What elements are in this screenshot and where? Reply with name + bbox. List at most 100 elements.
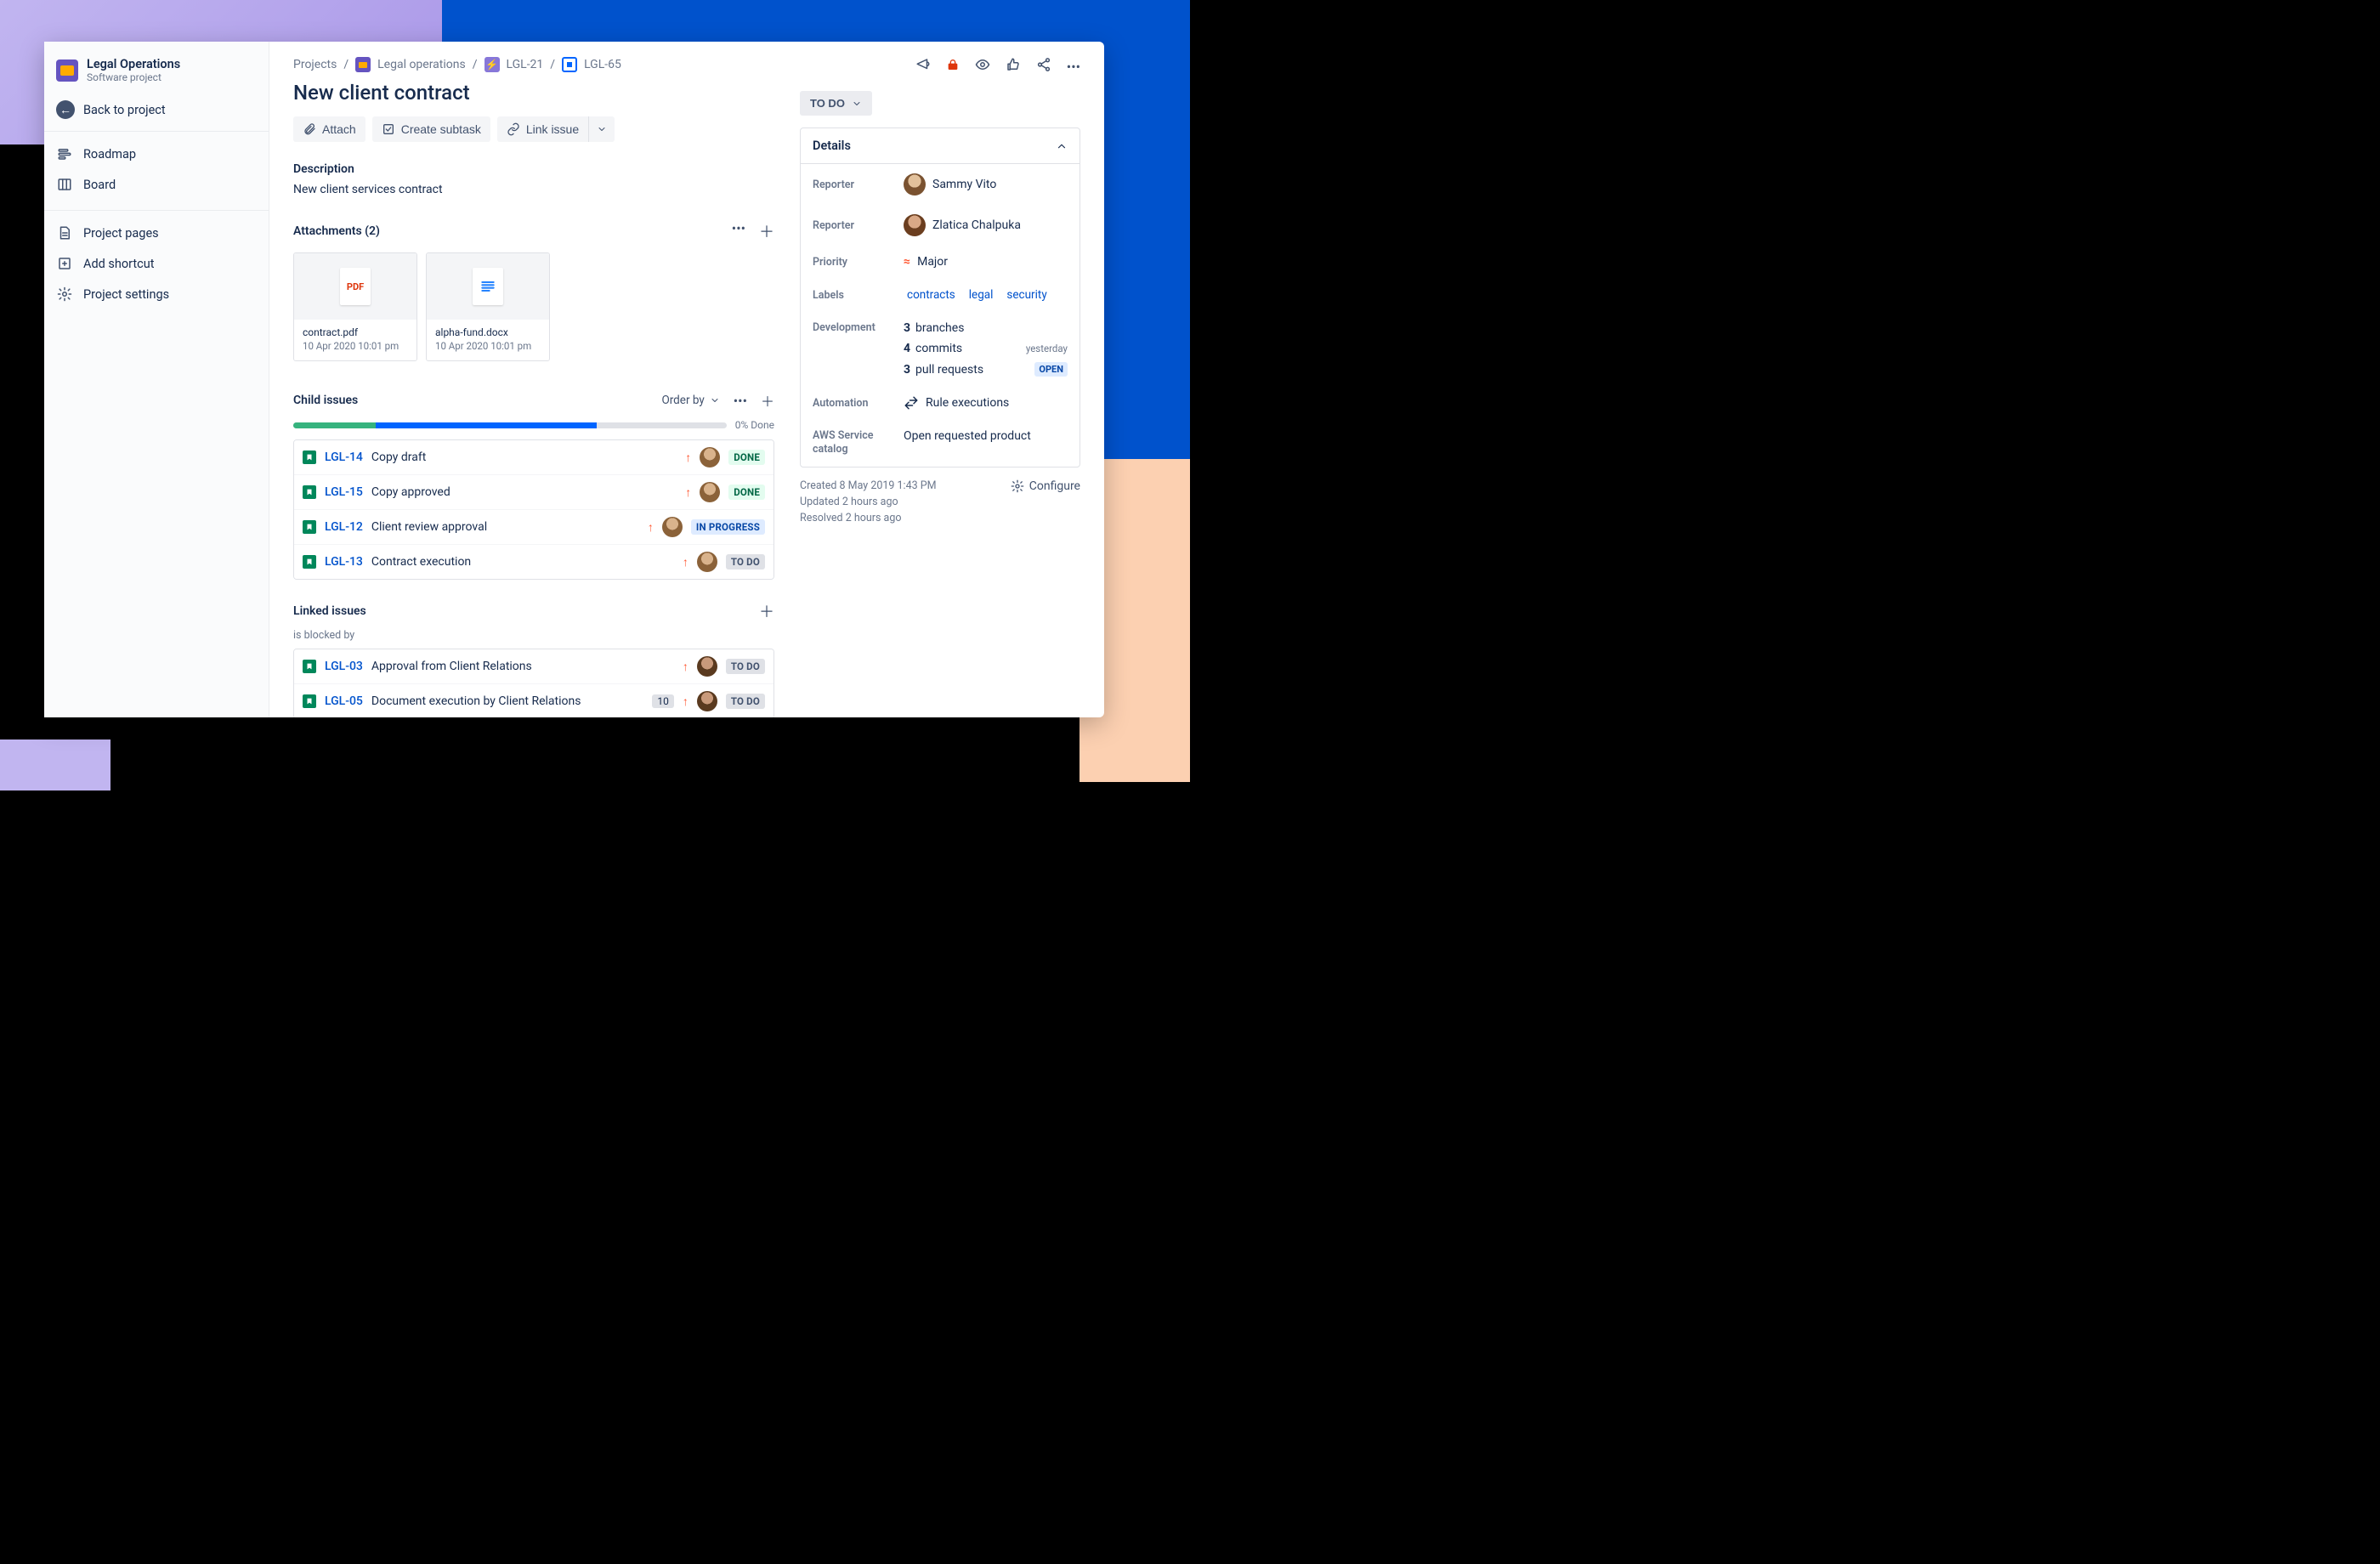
attachment-name: contract.pdf — [303, 326, 408, 338]
issue-summary: Contract execution — [371, 555, 674, 569]
breadcrumb-root[interactable]: Projects — [293, 58, 337, 71]
create-subtask-button[interactable]: Create subtask — [372, 116, 490, 142]
status-badge: DONE — [728, 450, 765, 465]
priority-icon: ↑ — [685, 485, 691, 500]
attachments-add-icon[interactable]: ＋ — [759, 220, 774, 242]
priority-icon: ↑ — [683, 555, 688, 570]
issue-row[interactable]: LGL-14 Copy draft ↑ DONE — [294, 440, 774, 475]
sidebar-item-board[interactable]: Board — [44, 169, 269, 200]
subtask-icon — [303, 694, 316, 708]
issue-row[interactable]: LGL-13 Contract execution ↑ TO DO — [294, 545, 774, 579]
order-by-dropdown[interactable]: Order by — [661, 394, 719, 407]
label-chip[interactable]: legal — [966, 287, 997, 303]
detail-row-priority[interactable]: Priority ≈Major — [801, 246, 1080, 278]
watch-icon[interactable] — [975, 57, 990, 76]
sidebar-item-label: Project settings — [83, 287, 169, 302]
linked-add-icon[interactable]: ＋ — [759, 600, 774, 622]
gear-icon — [56, 286, 73, 303]
detail-row-reporter[interactable]: Reporter Sammy Vito — [801, 164, 1080, 205]
issue-actions: Attach Create subtask Link issue — [293, 116, 774, 142]
doc-file-icon — [473, 268, 503, 305]
status-badge: TO DO — [726, 659, 765, 674]
project-subtitle: Software project — [87, 71, 180, 83]
configure-button[interactable]: Configure — [1011, 479, 1080, 493]
assignee-avatar[interactable] — [700, 482, 720, 502]
issue-row[interactable]: LGL-03 Approval from Client Relations ↑ … — [294, 649, 774, 684]
dev-commits[interactable]: 4commitsyesterday — [904, 342, 1068, 355]
breadcrumb-epic[interactable]: LGL-21 — [507, 58, 544, 71]
attach-button[interactable]: Attach — [293, 116, 366, 142]
assignee-avatar[interactable] — [700, 447, 720, 468]
assignee-avatar[interactable] — [697, 656, 717, 677]
story-chip-icon — [562, 57, 577, 72]
issue-key[interactable]: LGL-15 — [325, 485, 363, 499]
issue-row[interactable]: LGL-05 Document execution by Client Rela… — [294, 684, 774, 717]
attachment-card[interactable]: PDF contract.pdf 10 Apr 2020 10:01 pm — [293, 252, 417, 361]
breadcrumb: Projects / Legal operations / ⚡ LGL-21 /… — [293, 57, 774, 72]
sidebar-item-project-pages[interactable]: Project pages — [44, 218, 269, 248]
issue-title[interactable]: New client contract — [293, 81, 774, 105]
issue-key[interactable]: LGL-05 — [325, 694, 363, 708]
status-badge: IN PROGRESS — [691, 519, 765, 535]
attachments-more-icon[interactable]: ••• — [732, 220, 745, 242]
status-dropdown[interactable]: TO DO — [800, 91, 872, 116]
share-icon[interactable] — [1036, 57, 1051, 76]
sidebar-item-label: Roadmap — [83, 147, 136, 162]
detail-row-automation[interactable]: Automation Rule executions — [801, 386, 1080, 420]
breadcrumb-issue[interactable]: LGL-65 — [584, 58, 621, 71]
project-header[interactable]: Legal Operations Software project — [44, 54, 269, 92]
sidebar-item-project-settings[interactable]: Project settings — [44, 279, 269, 309]
app-window: Legal Operations Software project ← Back… — [44, 42, 1104, 717]
linked-issue-list: LGL-03 Approval from Client Relations ↑ … — [293, 649, 774, 717]
label-chip[interactable]: security — [1003, 287, 1050, 303]
link-issue-button[interactable]: Link issue — [497, 116, 588, 142]
sidebar-item-label: Board — [83, 178, 116, 192]
sidebar-item-add-shortcut[interactable]: Add shortcut — [44, 248, 269, 279]
link-issue-dropdown[interactable] — [588, 116, 615, 142]
description-body[interactable]: New client services contract — [293, 183, 774, 196]
lock-icon[interactable] — [946, 58, 960, 75]
breadcrumb-project[interactable]: Legal operations — [377, 58, 466, 71]
child-more-icon[interactable]: ••• — [734, 393, 747, 409]
issue-key[interactable]: LGL-03 — [325, 660, 363, 673]
detail-row-reporter2[interactable]: Reporter Zlatica Chalpuka — [801, 205, 1080, 246]
subtask-icon — [303, 520, 316, 534]
detail-row-labels[interactable]: Labels contracts legal security — [801, 278, 1080, 312]
label-chip[interactable]: contracts — [904, 287, 959, 303]
sidebar-item-roadmap[interactable]: Roadmap — [44, 139, 269, 169]
feedback-icon[interactable] — [915, 57, 931, 76]
shortcut-icon — [56, 255, 73, 272]
assignee-avatar[interactable] — [697, 552, 717, 572]
vote-icon[interactable] — [1006, 57, 1021, 76]
attachment-card[interactable]: alpha-fund.docx 10 Apr 2020 10:01 pm — [426, 252, 550, 361]
project-chip-icon — [355, 57, 371, 72]
status-badge: TO DO — [726, 554, 765, 570]
chevron-up-icon — [1056, 140, 1068, 152]
child-add-icon[interactable]: ＋ — [761, 390, 774, 411]
child-progress-bar — [293, 422, 727, 428]
issue-summary: Client review approval — [371, 520, 639, 534]
details-heading-row[interactable]: Details — [801, 128, 1080, 164]
priority-icon: ↑ — [683, 694, 688, 709]
child-issue-list: LGL-14 Copy draft ↑ DONE LGL-15 Copy app… — [293, 439, 774, 580]
created-date: Created 8 May 2019 1:43 PM — [800, 479, 937, 492]
description-heading: Description — [293, 162, 774, 176]
dev-branches[interactable]: 3branches — [904, 321, 1068, 335]
status-badge: TO DO — [726, 694, 765, 709]
back-to-project-button[interactable]: ← Back to project — [44, 92, 269, 128]
priority-major-icon: ≈ — [904, 255, 910, 269]
subtask-icon — [303, 555, 316, 569]
issue-key[interactable]: LGL-12 — [325, 520, 363, 534]
attachment-name: alpha-fund.docx — [435, 326, 541, 338]
assignee-avatar[interactable] — [662, 517, 683, 537]
linked-issues-heading: Linked issues — [293, 604, 366, 618]
more-icon[interactable]: ••• — [1067, 59, 1080, 75]
issue-key[interactable]: LGL-14 — [325, 450, 363, 464]
issue-row[interactable]: LGL-15 Copy approved ↑ DONE — [294, 475, 774, 510]
detail-row-aws[interactable]: AWS Service catalog Open requested produ… — [801, 420, 1080, 467]
issue-key[interactable]: LGL-13 — [325, 555, 363, 569]
issue-summary: Copy approved — [371, 485, 677, 499]
assignee-avatar[interactable] — [697, 691, 717, 711]
dev-pull-requests[interactable]: 3pull requestsOPEN — [904, 362, 1068, 377]
issue-row[interactable]: LGL-12 Client review approval ↑ IN PROGR… — [294, 510, 774, 545]
